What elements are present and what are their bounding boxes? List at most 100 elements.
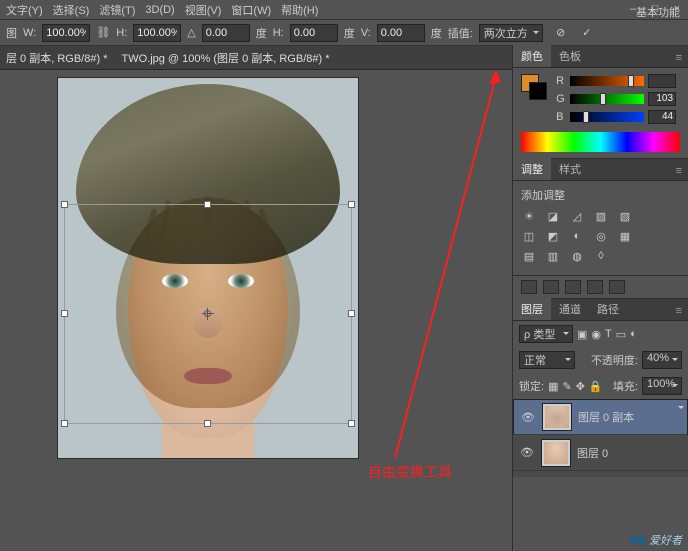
b-value[interactable]: 44 <box>648 110 676 124</box>
filter-adj-icon[interactable]: ◉ <box>591 328 601 341</box>
watermark: PS爱好者 <box>630 531 682 549</box>
adj-lookup-icon[interactable]: ▦ <box>617 229 633 243</box>
mini-icon[interactable] <box>543 280 559 294</box>
mini-icon[interactable] <box>587 280 603 294</box>
mini-icon[interactable] <box>609 280 625 294</box>
color-swatch[interactable] <box>521 74 547 100</box>
adj-gradmap-icon[interactable]: ◊ <box>593 249 609 263</box>
skew-h-input[interactable] <box>290 24 338 42</box>
h-label: H: <box>116 27 127 39</box>
r-value[interactable] <box>648 74 676 88</box>
cancel-transform-icon[interactable]: ⊘ <box>553 25 569 41</box>
layer-list: 👁 图层 0 副本 👁 图层 0 <box>513 399 688 477</box>
doc-tab-1[interactable]: 层 0 副本, RGB/8#) * <box>6 50 107 66</box>
watermark-text: 爱好者 <box>649 535 682 547</box>
menu-filter[interactable]: 滤镜(T) <box>99 2 135 18</box>
adj-chmix-icon[interactable]: ◎ <box>593 229 609 243</box>
layer-row[interactable]: 👁 图层 0 副本 <box>513 399 688 435</box>
angle-icon: △ <box>187 26 195 39</box>
adj-hue-icon[interactable]: ◫ <box>521 229 537 243</box>
deg-label-2: 度 <box>344 25 355 41</box>
menu-type[interactable]: 文字(Y) <box>6 2 43 18</box>
adj-photo-icon[interactable]: ◐ <box>569 229 585 243</box>
spectrum-bar[interactable] <box>521 132 680 152</box>
image-content <box>58 78 358 458</box>
filter-pixel-icon[interactable]: ▣ <box>577 328 587 341</box>
adj-thresh-icon[interactable]: ◍ <box>569 249 585 263</box>
tab-layers[interactable]: 图层 <box>513 298 551 320</box>
lock-pos-icon[interactable]: ✥ <box>576 380 585 393</box>
add-adjustment-label: 添加调整 <box>521 187 680 203</box>
refpoint-button[interactable]: 图 <box>6 25 17 41</box>
rotate-input[interactable] <box>202 24 250 42</box>
lock-all-icon[interactable]: 🔒 <box>589 380 603 393</box>
adj-curves-icon[interactable]: ◿ <box>569 209 585 223</box>
lock-pixels-icon[interactable]: ✎ <box>562 380 571 393</box>
doc-tab-2[interactable]: TWO.jpg @ 100% (图层 0 副本, RGB/8#) * <box>121 50 329 66</box>
mini-panel-icons <box>513 276 688 299</box>
adj-vibrance-icon[interactable]: ▧ <box>617 209 633 223</box>
commit-transform-icon[interactable]: ✓ <box>579 25 595 41</box>
visibility-icon[interactable]: 👁 <box>519 446 535 459</box>
lock-trans-icon[interactable]: ▦ <box>548 380 558 393</box>
interp-label: 插值: <box>448 25 473 41</box>
filter-shape-icon[interactable]: ▭ <box>616 328 626 341</box>
menu-help[interactable]: 帮助(H) <box>281 2 318 18</box>
skew-v-input[interactable] <box>377 24 425 42</box>
menu-3d[interactable]: 3D(D) <box>145 4 174 16</box>
deg-label-3: 度 <box>431 25 442 41</box>
layer-filter-row: ρ 类型 ▣ ◉ T ▭ ◐ <box>513 321 688 347</box>
adj-invert-icon[interactable]: ▤ <box>521 249 537 263</box>
canvas[interactable] <box>58 78 358 458</box>
color-panel-tabs: 颜色 色板 ≡ <box>513 46 688 68</box>
lock-label: 锁定: <box>519 378 544 394</box>
panel-menu-icon[interactable]: ≡ <box>670 49 688 67</box>
blend-mode-select[interactable]: 正常 <box>519 351 575 369</box>
filter-kind-select[interactable]: ρ 类型 <box>519 325 573 343</box>
menu-select[interactable]: 选择(S) <box>53 2 90 18</box>
adj-poster-icon[interactable]: ▥ <box>545 249 561 263</box>
interp-select[interactable]: 两次立方 <box>479 24 543 42</box>
visibility-icon[interactable]: 👁 <box>520 411 536 424</box>
tab-channels[interactable]: 通道 <box>551 298 589 320</box>
adj-bw-icon[interactable]: ◩ <box>545 229 561 243</box>
g-value[interactable]: 103 <box>648 92 676 106</box>
right-panels: 颜色 色板 ≡ R G 103 B 44 <box>512 46 688 551</box>
layer-name[interactable]: 图层 0 副本 <box>578 409 634 425</box>
g-slider[interactable] <box>570 94 644 104</box>
adj-exposure-icon[interactable]: ▨ <box>593 209 609 223</box>
link-icon[interactable]: ⛓ <box>96 26 110 40</box>
layer-name[interactable]: 图层 0 <box>577 445 608 461</box>
menu-window[interactable]: 窗口(W) <box>231 2 271 18</box>
adj-brightness-icon[interactable]: ☀ <box>521 209 537 223</box>
layers-panel-tabs: 图层 通道 路径 ≡ <box>513 299 688 321</box>
r-slider[interactable] <box>570 76 644 86</box>
panel-menu-icon[interactable]: ≡ <box>670 302 688 320</box>
layer-thumb[interactable] <box>541 439 571 467</box>
background-swatch[interactable] <box>529 82 547 100</box>
skew-v-label: V: <box>361 27 371 39</box>
workspace-label[interactable]: 基本功能 <box>636 4 680 20</box>
menu-view[interactable]: 视图(V) <box>185 2 222 18</box>
mini-icon[interactable] <box>565 280 581 294</box>
layer-row[interactable]: 👁 图层 0 <box>513 435 688 471</box>
filter-text-icon[interactable]: T <box>605 328 612 340</box>
mini-icon[interactable] <box>521 280 537 294</box>
opacity-input[interactable]: 40% <box>642 351 682 369</box>
filter-smart-icon[interactable]: ◐ <box>630 328 637 340</box>
layer-thumb[interactable] <box>542 403 572 431</box>
tab-adjustments[interactable]: 调整 <box>513 158 551 180</box>
width-input[interactable] <box>42 24 90 42</box>
adj-levels-icon[interactable]: ◪ <box>545 209 561 223</box>
g-label: G <box>556 93 566 105</box>
panel-menu-icon[interactable]: ≡ <box>670 162 688 180</box>
tab-styles[interactable]: 样式 <box>551 158 589 180</box>
tab-paths[interactable]: 路径 <box>589 298 627 320</box>
b-slider[interactable] <box>570 112 644 122</box>
tab-swatches[interactable]: 色板 <box>551 45 589 67</box>
fill-label: 填充: <box>613 378 638 394</box>
fill-input[interactable]: 100% <box>642 377 682 395</box>
tab-color[interactable]: 颜色 <box>513 45 551 67</box>
height-input[interactable] <box>133 24 181 42</box>
canvas-area[interactable]: 自由变换工具 <box>0 70 512 551</box>
